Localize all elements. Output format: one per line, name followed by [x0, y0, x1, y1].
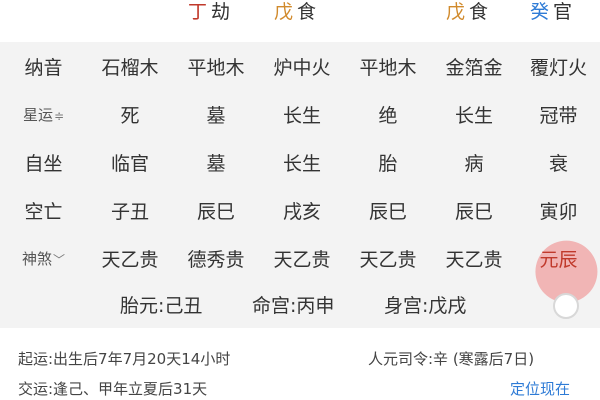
table-cell: 平地木 — [187, 56, 245, 79]
table-cell: 覆灯火 — [529, 56, 587, 79]
jiao-yun-text: 交运:逢己、甲年立夏后31天 — [18, 380, 208, 398]
row-label: 自坐 — [24, 152, 63, 175]
tai-yuan: 胎元:己丑 — [120, 295, 203, 317]
table-cell: 墓 — [206, 104, 226, 127]
stem-char: 戊 — [446, 1, 466, 23]
table-cell: 墓 — [206, 152, 226, 175]
table-cell: 冠带 — [539, 104, 578, 127]
row-label-dropdown[interactable]: 神煞﹀ — [0, 248, 87, 269]
stem-role: 食 — [297, 1, 317, 23]
shen-gong: 身宫:戊戌 — [384, 295, 467, 317]
equals-icon: ≑ — [53, 108, 65, 123]
table-row-shensha: 神煞﹀ 天乙贵 德秀贵 天乙贵 天乙贵 天乙贵 元辰 — [0, 234, 600, 303]
row-label: 星运 — [22, 105, 53, 124]
stem-char: 癸 — [530, 1, 550, 23]
table-row-zizuo: 自坐 临官 墓 长生 胎 病 衰 — [0, 138, 600, 186]
stem-role: 官 — [553, 1, 573, 23]
table-cell: 死 — [120, 104, 140, 127]
table-cell: 长生 — [454, 104, 493, 127]
row-label: 空亡 — [24, 200, 63, 223]
table-cell: 金箔金 — [445, 56, 503, 79]
ming-gong: 命宫:丙申 — [252, 295, 335, 317]
table-cell: 寅卯 — [539, 200, 578, 223]
table-cell: 衰 — [548, 152, 568, 175]
table-cell[interactable]: 天乙贵 — [259, 245, 345, 272]
qi-yun-text: 起运:出生后7年7月20天14小时 — [18, 350, 231, 368]
stem-role: 食 — [469, 1, 489, 23]
stem-month: 戊食 — [274, 0, 316, 24]
table-row-xingyun: 星运≑ 死 墓 长生 绝 长生 冠带 — [0, 90, 600, 138]
table-cell: 临官 — [110, 152, 149, 175]
stem-year: 丁劫 — [188, 0, 230, 24]
locate-now-link[interactable]: 定位现在 — [510, 378, 570, 399]
bazi-detail-table: 纳音 石榴木 平地木 炉中火 平地木 金箔金 覆灯火 星运≑ 死 墓 长生 绝 … — [0, 42, 600, 328]
table-cell: 戌亥 — [282, 200, 321, 223]
table-cell: 长生 — [282, 104, 321, 127]
table-cell: 辰巳 — [454, 200, 493, 223]
table-cell: 长生 — [282, 152, 321, 175]
table-cell[interactable]: 德秀贵 — [173, 245, 259, 272]
table-cell: 绝 — [378, 104, 398, 127]
stem-extra: 癸官 — [530, 0, 572, 24]
table-cell: 辰巳 — [368, 200, 407, 223]
table-cell: 炉中火 — [273, 56, 331, 79]
ren-yuan-text: 人元司令:辛 (寒露后7日) — [368, 350, 535, 368]
table-row-nayin: 纳音 石榴木 平地木 炉中火 平地木 金箔金 覆灯火 — [0, 42, 600, 90]
row-label-toggle[interactable]: 星运≑ — [0, 104, 87, 125]
stem-hour: 戊食 — [446, 0, 488, 24]
table-cell: 石榴木 — [101, 56, 159, 79]
table-cell: 辰巳 — [196, 200, 235, 223]
table-cell: 胎 — [378, 152, 398, 175]
table-cell-text: 元辰 — [539, 248, 578, 271]
footer-info: 起运:出生后7年7月20天14小时 人元司令:辛 (寒露后7日) 交运:逢己、甲… — [0, 340, 600, 400]
row-label: 纳音 — [24, 56, 63, 79]
table-cell: 病 — [464, 152, 484, 175]
stem-char: 戊 — [274, 1, 294, 23]
table-cell: 平地木 — [359, 56, 417, 79]
row-label: 神煞 — [21, 249, 52, 268]
table-cell-highlighted[interactable]: 元辰 — [517, 240, 600, 303]
chevron-down-icon: ﹀ — [53, 252, 66, 267]
table-cell[interactable]: 天乙贵 — [87, 245, 173, 272]
table-row-kongwang: 空亡 子丑 辰巳 戌亥 辰巳 辰巳 寅卯 — [0, 186, 600, 234]
palace-row: 胎元:己丑 命宫:丙申 身宫:戊戌 — [0, 282, 600, 328]
radio-toggle[interactable] — [553, 293, 579, 319]
table-cell: 子丑 — [110, 200, 149, 223]
stem-char: 丁 — [188, 1, 208, 23]
heavenly-stems-row: 丁劫 戊食 戊食 癸官 — [0, 0, 600, 28]
table-cell[interactable]: 天乙贵 — [431, 245, 517, 272]
stem-role: 劫 — [211, 1, 231, 23]
table-cell[interactable]: 天乙贵 — [345, 245, 431, 272]
